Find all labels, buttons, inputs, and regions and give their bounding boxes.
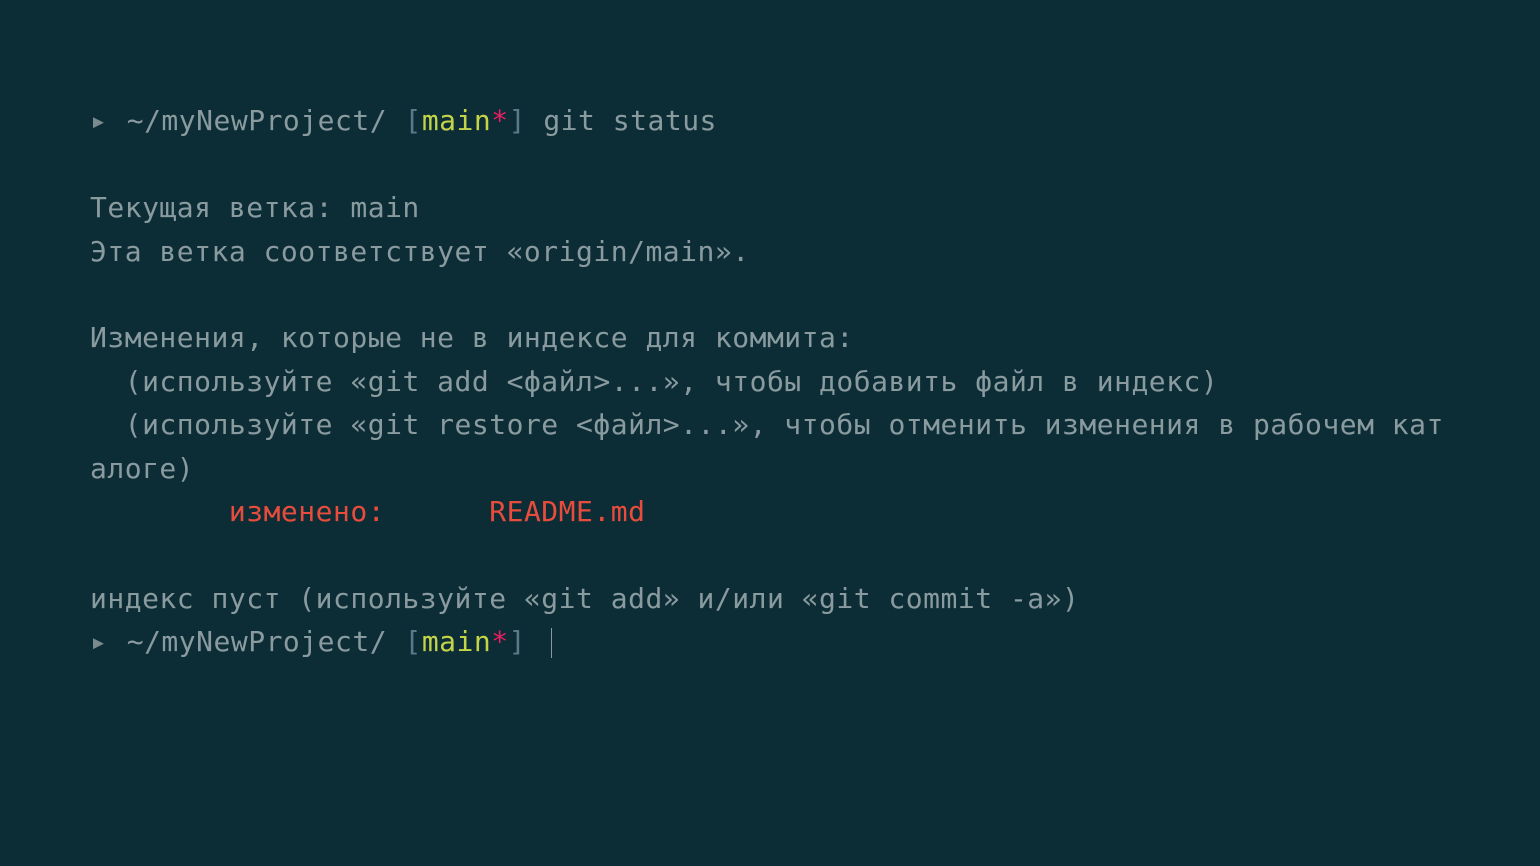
branch-name: main: [422, 625, 491, 658]
output-branch-tracking: Эта ветка соответствует «origin/main».: [90, 235, 750, 268]
modified-filename: README.md: [489, 495, 645, 528]
output-index-empty: индекс пуст (используйте «git add» и/или…: [90, 582, 1079, 615]
output-current-branch: Текущая ветка: main: [90, 191, 420, 224]
output-hint-restore: (используйте «git restore <файл>...», чт…: [90, 408, 1444, 484]
output-hint-add: (используйте «git add <файл>...», чтобы …: [90, 365, 1218, 398]
command-text: git status: [543, 104, 717, 137]
terminal-output: ▸ ~/myNewProject/ [main*] git status Тек…: [90, 56, 1450, 663]
prompt-line-2[interactable]: ▸ ~/myNewProject/ [main*]: [90, 620, 1450, 663]
output-changes-header: Изменения, которые не в индексе для комм…: [90, 321, 854, 354]
dirty-asterisk: *: [491, 104, 508, 137]
branch-name: main: [422, 104, 491, 137]
prompt-path: ~/myNewProject/: [127, 104, 387, 137]
bracket-close: ]: [509, 104, 526, 137]
bracket-open: [: [404, 104, 421, 137]
bracket-open: [: [404, 625, 421, 658]
prompt-line-1: ▸ ~/myNewProject/ [main*] git status: [90, 99, 1450, 142]
cursor-icon: [551, 628, 552, 658]
prompt-path: ~/myNewProject/: [127, 625, 387, 658]
prompt-arrow-icon: ▸: [90, 104, 107, 137]
bracket-close: ]: [509, 625, 526, 658]
dirty-asterisk: *: [491, 625, 508, 658]
modified-label: изменено:: [90, 495, 489, 528]
prompt-arrow-icon: ▸: [90, 625, 107, 658]
